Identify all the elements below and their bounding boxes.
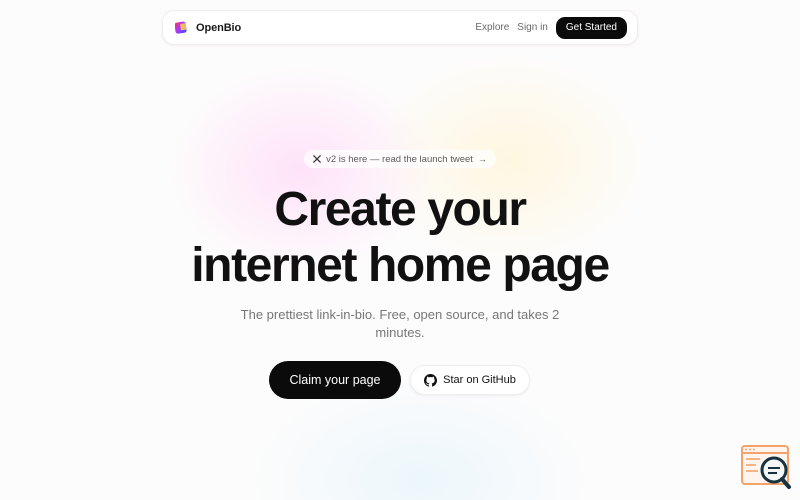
github-icon [424, 373, 438, 387]
announcement-text: v2 is here — read the launch tweet [326, 153, 473, 165]
search-browser-icon [741, 445, 791, 489]
x-logo-icon [313, 155, 321, 163]
hero-subtitle: The prettiest link-in-bio. Free, open so… [240, 307, 560, 340]
arrow-right-icon: → [477, 154, 487, 164]
announcement-pill[interactable]: v2 is here — read the launch tweet → [304, 150, 496, 168]
claim-page-button[interactable]: Claim your page [269, 361, 401, 399]
hero-title: Create your internet home page [0, 182, 800, 294]
nav-link-explore[interactable]: Explore [475, 22, 509, 33]
nav-menu: Explore Sign in Get Started [475, 16, 627, 39]
openbio-logo-icon [175, 21, 187, 34]
brand[interactable]: OpenBio [175, 21, 241, 34]
get-started-button[interactable]: Get Started [555, 16, 627, 39]
star-github-button[interactable]: Star on GitHub [410, 365, 530, 395]
hero-title-line-1: Create your [274, 183, 527, 236]
landing-page: OpenBio Explore Sign in Get Started v2 i… [0, 0, 800, 500]
top-nav: OpenBio Explore Sign in Get Started [162, 10, 638, 45]
star-github-label: Star on GitHub [443, 374, 516, 386]
brand-name: OpenBio [196, 21, 242, 34]
nav-link-sign-in[interactable]: Sign in [517, 22, 548, 33]
floating-search-widget[interactable] [740, 444, 792, 490]
hero-title-line-2: internet home page [191, 239, 610, 292]
